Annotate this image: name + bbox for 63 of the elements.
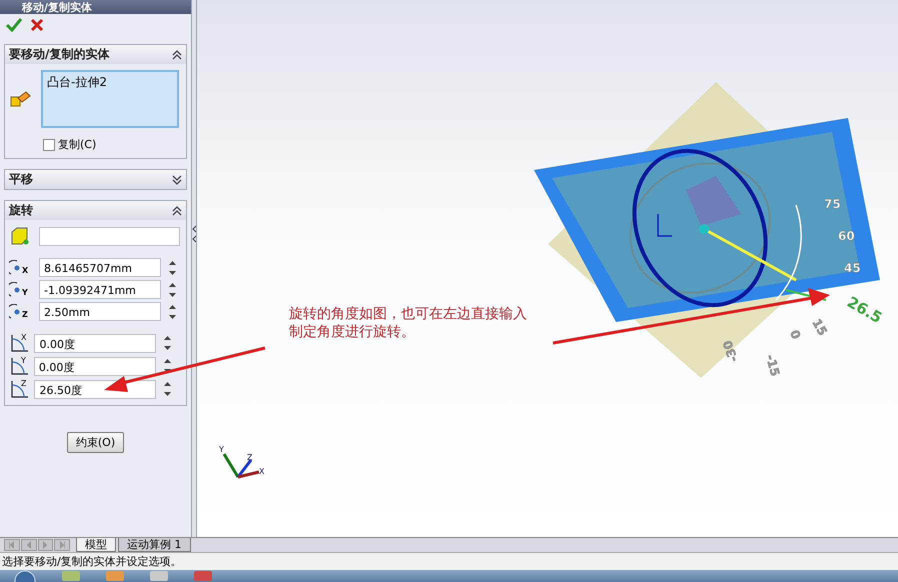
scale-label: 26.5 <box>844 292 886 327</box>
scale-label: 75 <box>824 197 841 211</box>
triangle-icon <box>8 541 16 549</box>
axis-label: Z <box>21 379 26 388</box>
axis-label: X <box>21 333 26 342</box>
constraint-button[interactable]: 约束(O) <box>66 432 124 453</box>
scale-label: 60 <box>838 229 855 243</box>
spin-arrows-icon[interactable] <box>169 260 176 276</box>
section-header[interactable]: 要移动/复制的实体 <box>5 45 186 64</box>
spin-arrows-icon[interactable] <box>169 282 176 298</box>
angle-field[interactable]: 0.00度 <box>34 334 156 352</box>
close-icon[interactable] <box>30 18 44 32</box>
section-title: 要移动/复制的实体 <box>9 46 110 63</box>
axis-label: Y <box>219 445 224 454</box>
checkbox-box[interactable] <box>43 138 55 150</box>
axis-label: X <box>22 266 28 275</box>
axis-triad-drawing <box>222 453 260 478</box>
start-button-icon[interactable] <box>14 570 36 582</box>
angle-icon <box>9 379 31 399</box>
cube-icon <box>9 226 31 246</box>
bodies-list[interactable]: 凸台-拉伸2 <box>41 70 179 128</box>
triangle-icon <box>58 541 66 549</box>
axis-label: Z <box>22 310 28 319</box>
axis-label: Y <box>22 288 28 297</box>
bottom-tab[interactable]: 模型 <box>76 538 116 552</box>
expand-icon[interactable] <box>172 174 182 184</box>
center-field[interactable]: 8.61465707mm <box>39 258 161 277</box>
panel-title: 移动/复制实体 <box>22 0 92 14</box>
axis-label: Z <box>247 453 252 462</box>
section-title: 旋转 <box>9 202 33 219</box>
angle-icon <box>9 356 31 376</box>
scale-label: -30 <box>720 338 741 364</box>
center-point-icon <box>9 304 21 319</box>
angle-field[interactable]: 26.50度 <box>34 380 156 398</box>
spin-arrows-icon[interactable] <box>164 358 171 374</box>
bodies-icon <box>9 89 31 109</box>
spin-arrows-icon[interactable] <box>164 335 172 351</box>
center-point-icon <box>9 282 21 297</box>
spin-arrows-icon[interactable] <box>169 304 176 320</box>
center-field[interactable]: -1.09392471mm <box>39 280 161 299</box>
collapse-icon[interactable] <box>172 50 182 60</box>
ok-icon[interactable] <box>6 18 22 32</box>
center-point-icon <box>9 260 21 275</box>
list-item[interactable]: 凸台-拉伸2 <box>47 74 173 91</box>
spin-arrows-icon[interactable] <box>164 381 172 397</box>
section-header[interactable]: 平移 <box>5 170 186 189</box>
status-bar: 选择要移动/复制的实体并设定选项。 <box>0 552 898 570</box>
copy-checkbox[interactable]: 复制(C) <box>43 137 180 152</box>
scale-label: -15 <box>763 353 782 378</box>
scale-label: 15 <box>809 316 830 338</box>
axis-label: X <box>259 467 264 476</box>
annotation-text: 旋转的角度如图，也可在左边直接输入制定角度进行旋转。 <box>289 305 527 341</box>
angle-field[interactable]: 0.00度 <box>34 356 156 376</box>
center-field[interactable]: 2.50mm <box>39 302 161 321</box>
collapse-icon[interactable] <box>172 206 182 216</box>
angle-icon <box>9 333 31 353</box>
scale-label: 0 <box>787 328 804 341</box>
scale-label: 45 <box>844 261 861 275</box>
section-header[interactable]: 旋转 <box>5 201 186 220</box>
section-title: 平移 <box>9 171 33 188</box>
axis-label: Y <box>21 356 26 365</box>
bottom-tab[interactable]: 运动算例 1 <box>118 538 190 552</box>
reference-field[interactable] <box>39 226 180 246</box>
